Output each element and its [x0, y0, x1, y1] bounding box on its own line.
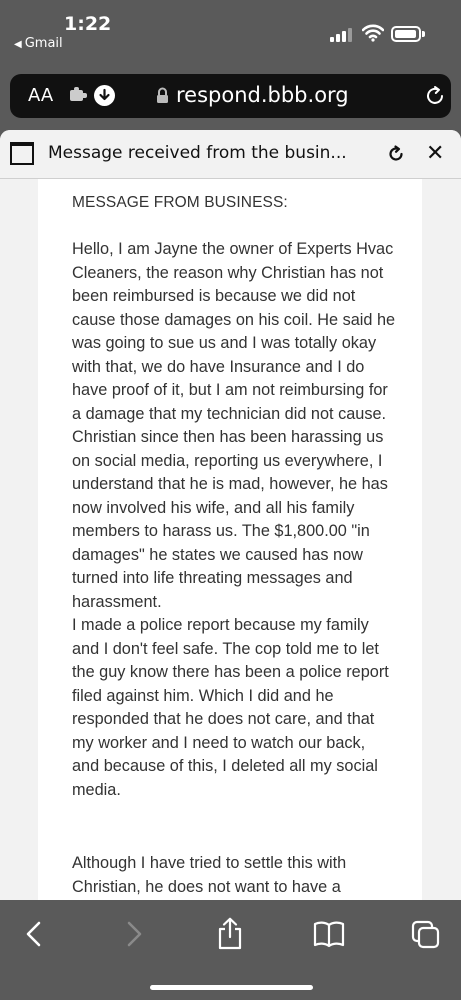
- home-indicator[interactable]: [150, 985, 313, 990]
- window-icon: [10, 142, 34, 165]
- lock-icon: [157, 87, 168, 103]
- battery-icon: [391, 26, 425, 42]
- download-icon[interactable]: [94, 85, 115, 106]
- message-paragraph: Hello, I am Jayne the owner of Experts H…: [72, 240, 396, 799]
- back-app-label: Gmail: [24, 36, 63, 51]
- tabs-icon[interactable]: [411, 920, 441, 950]
- url-text[interactable]: respond.bbb.org: [176, 83, 349, 107]
- bookmarks-icon[interactable]: [313, 920, 345, 948]
- message-document: MESSAGE FROM BUSINESS: Hello, I am Jayne…: [38, 179, 422, 900]
- back-to-app-button[interactable]: ◀ Gmail: [14, 36, 63, 51]
- wifi-icon: [362, 24, 384, 42]
- webview-sheet: Message received from the busin... ✕ MES…: [0, 130, 461, 900]
- status-time: 1:22: [64, 13, 112, 35]
- address-bar[interactable]: AA respond.bbb.org: [10, 74, 451, 118]
- page-title: Message received from the busin...: [48, 143, 347, 163]
- back-triangle-icon: ◀: [14, 39, 22, 50]
- sheet-header: Message received from the busin... ✕: [0, 130, 461, 179]
- reload-icon[interactable]: [424, 85, 446, 107]
- reload-page-icon[interactable]: [386, 144, 406, 164]
- status-bar: 1:22 ◀ Gmail: [0, 0, 461, 64]
- text-size-button[interactable]: AA: [28, 85, 53, 106]
- extension-icon[interactable]: [69, 86, 89, 104]
- message-heading: MESSAGE FROM BUSINESS:: [72, 194, 288, 211]
- cellular-signal-icon: [330, 28, 352, 42]
- share-icon[interactable]: [216, 917, 244, 951]
- text-size-label: AA: [28, 85, 54, 106]
- message-paragraph: Although I have tried to settle this wit…: [72, 854, 347, 896]
- close-button[interactable]: ✕: [426, 141, 444, 166]
- back-icon[interactable]: [24, 920, 44, 948]
- forward-icon[interactable]: [124, 920, 144, 948]
